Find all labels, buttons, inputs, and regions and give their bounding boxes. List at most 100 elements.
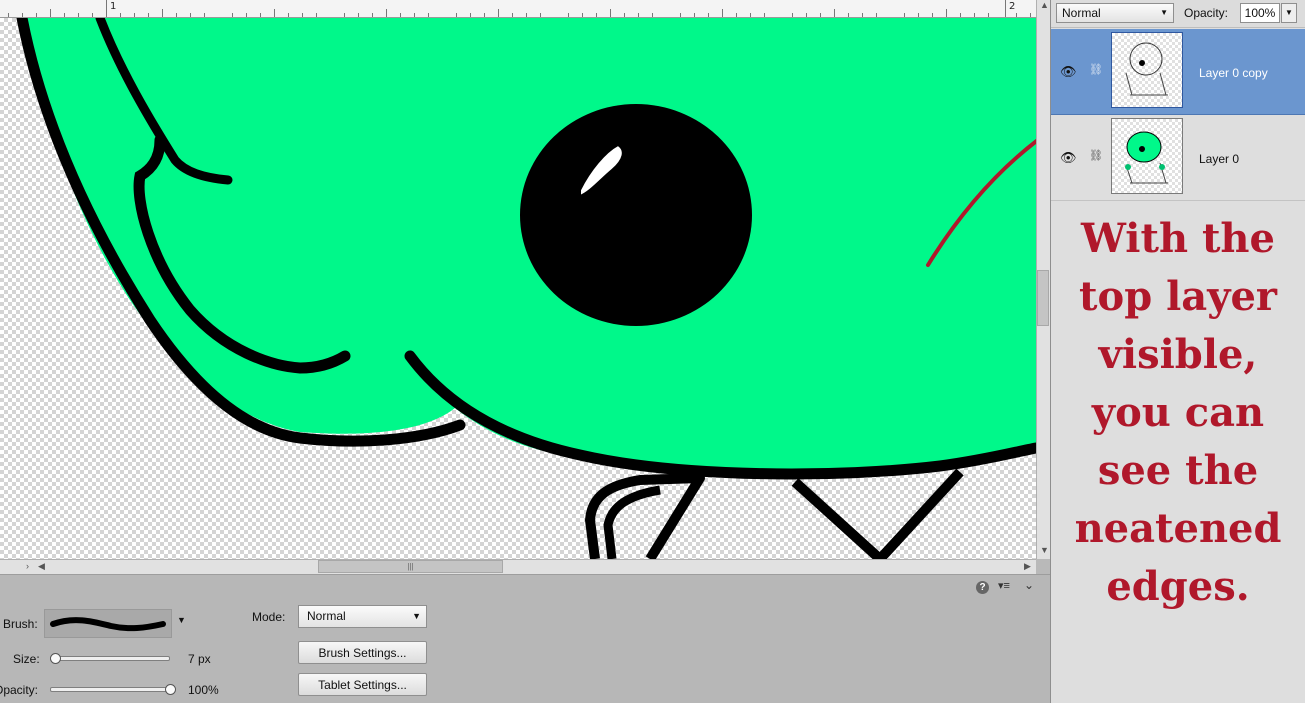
options-menu-icon[interactable]: ▾≡: [998, 579, 1010, 592]
ruler-minor-tick: [260, 13, 261, 17]
annotation-text: With the top layer visible, you can see …: [1074, 215, 1282, 610]
blend-mode-value: Normal: [1062, 6, 1101, 20]
ruler-minor-tick: [470, 13, 471, 17]
opacity-value: 100%: [188, 683, 219, 697]
ruler-minor-tick: [1016, 13, 1017, 17]
brush-picker-caret-icon[interactable]: ▼: [177, 615, 186, 625]
eye-icon[interactable]: 👁: [1060, 150, 1077, 166]
brush-settings-button[interactable]: Brush Settings...: [298, 641, 427, 664]
ruler-mark-1: 1: [110, 1, 117, 12]
ruler-minor-tick: [764, 13, 765, 17]
blend-mode-select[interactable]: Normal ▼: [1056, 3, 1174, 23]
ruler-minor-tick: [904, 13, 905, 17]
horizontal-scroll-thumb[interactable]: |||: [318, 560, 503, 573]
ruler-minor-tick: [148, 13, 149, 17]
ruler-minor-tick: [596, 13, 597, 17]
ruler-minor-tick: [610, 9, 611, 17]
panel-toggle-icon[interactable]: ›: [26, 561, 29, 571]
ruler-minor-tick: [638, 13, 639, 17]
ruler-minor-tick: [372, 13, 373, 17]
size-value: 7 px: [188, 652, 211, 666]
scroll-right-icon[interactable]: ▶: [1024, 561, 1031, 572]
mode-select[interactable]: Normal ▼: [298, 605, 427, 628]
opacity-slider-knob[interactable]: [165, 684, 176, 695]
ruler-minor-tick: [120, 13, 121, 17]
link-icon[interactable]: ⛓: [1089, 149, 1103, 162]
size-slider-knob[interactable]: [50, 653, 61, 664]
ruler-minor-tick: [8, 13, 9, 17]
ruler-minor-tick: [876, 13, 877, 17]
ruler-mark-2: 2: [1009, 1, 1016, 12]
horizontal-scrollbar[interactable]: › ◀ ▶: [0, 559, 1036, 574]
ruler-minor-tick: [484, 13, 485, 17]
ruler-minor-tick: [540, 13, 541, 17]
ruler-minor-tick: [624, 13, 625, 17]
ruler-minor-tick: [176, 13, 177, 17]
ruler-minor-tick: [582, 13, 583, 17]
ruler-minor-tick: [862, 13, 863, 17]
collapse-chevron-icon[interactable]: ⌄: [1024, 578, 1034, 592]
layer-row-layer-0[interactable]: 👁 ⛓ Layer 0: [1051, 115, 1305, 201]
ruler-minor-tick: [708, 13, 709, 17]
ruler-minor-tick: [848, 13, 849, 17]
ruler-minor-tick: [792, 13, 793, 17]
chevron-down-icon: ▼: [1160, 8, 1168, 17]
ruler-minor-tick: [694, 13, 695, 17]
link-icon[interactable]: ⛓: [1089, 63, 1103, 76]
ruler-minor-tick: [358, 13, 359, 17]
tablet-settings-button[interactable]: Tablet Settings...: [298, 673, 427, 696]
size-slider-track[interactable]: [50, 656, 170, 661]
layer-row-layer-0-copy[interactable]: 👁 ⛓ Layer 0 copy: [1051, 29, 1305, 115]
scroll-down-icon[interactable]: ▼: [1040, 545, 1049, 555]
vertical-scroll-thumb[interactable]: [1037, 270, 1049, 326]
tool-options-bar: ? ▾≡ ⌄ Brush: ▼ Size: 7 px Opacity: 100%…: [0, 574, 1050, 703]
ruler-minor-tick: [988, 13, 989, 17]
mode-label: Mode:: [252, 610, 286, 624]
brush-stroke-icon: [50, 617, 166, 632]
ruler-minor-tick: [652, 13, 653, 17]
layer-thumbnail: [1111, 118, 1183, 194]
layer-name[interactable]: Layer 0 copy: [1199, 66, 1268, 80]
ruler-minor-tick: [274, 9, 275, 17]
ruler-major-tick: [106, 0, 107, 17]
ruler-minor-tick: [680, 13, 681, 17]
ruler-minor-tick: [428, 13, 429, 17]
ruler-minor-tick: [932, 13, 933, 17]
artwork: [16, 18, 1036, 559]
ruler-minor-tick: [22, 13, 23, 17]
layer-thumbnail-drawing: [1125, 42, 1168, 96]
ruler-minor-tick: [946, 9, 947, 17]
ruler-minor-tick: [36, 13, 37, 17]
ruler-minor-tick: [64, 13, 65, 17]
ruler-minor-tick: [232, 13, 233, 17]
eye-icon[interactable]: 👁: [1060, 64, 1077, 80]
ruler-minor-tick: [960, 13, 961, 17]
brush-preview[interactable]: [44, 609, 172, 638]
ruler-minor-tick: [736, 13, 737, 17]
horizontal-ruler: 1 2: [0, 0, 1036, 18]
ruler-minor-tick: [526, 13, 527, 17]
scroll-up-icon[interactable]: ▲: [1040, 0, 1049, 10]
ruler-minor-tick: [456, 13, 457, 17]
size-label: Size:: [13, 652, 40, 666]
layer-opacity-input[interactable]: 100%: [1240, 3, 1280, 23]
scroll-left-icon[interactable]: ◀: [38, 561, 45, 572]
layer-name[interactable]: Layer 0: [1199, 152, 1239, 166]
ruler-minor-tick: [134, 13, 135, 17]
ruler-minor-tick: [78, 13, 79, 17]
brush-label: Brush:: [3, 617, 38, 631]
help-icon[interactable]: ?: [976, 581, 989, 594]
opacity-slider-track[interactable]: [50, 687, 170, 692]
eye-pupil: [520, 104, 752, 326]
layer-opacity-dropdown-icon[interactable]: ▼: [1281, 3, 1297, 23]
ruler-minor-tick: [400, 13, 401, 17]
ruler-minor-tick: [974, 13, 975, 17]
ruler-minor-tick: [512, 13, 513, 17]
ruler-minor-tick: [568, 13, 569, 17]
ruler-minor-tick: [498, 9, 499, 17]
ruler-minor-tick: [344, 13, 345, 17]
chevron-down-icon: ▼: [412, 611, 421, 621]
ruler-minor-tick: [414, 13, 415, 17]
ruler-minor-tick: [806, 13, 807, 17]
image-canvas[interactable]: [0, 18, 1036, 559]
